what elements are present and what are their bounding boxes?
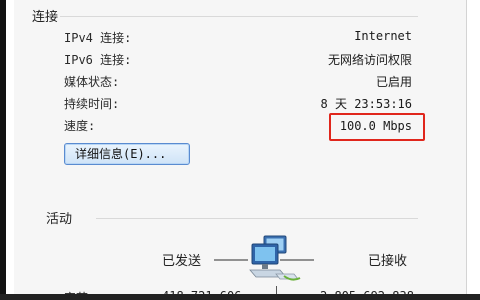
duration-label: 持续时间: [64,97,120,111]
front-monitor-stand [262,264,268,269]
ipv6-connection-value: 无网络访问权限 [327,53,412,67]
ipv4-connection-value: Internet [354,29,412,43]
details-button[interactable]: 详细信息(E)... [64,143,190,165]
ipv6-connection-label: IPv6 连接: [64,53,132,67]
connection-divider [60,16,418,17]
media-state-value: 已启用 [375,75,412,89]
front-monitor-screen [255,247,275,261]
ipv4-connection-label: IPv4 连接: [64,31,132,45]
window-edge-bottom [0,294,480,300]
window-edge-left [0,0,6,300]
media-state-label: 媒体状态: [64,75,120,89]
speed-label: 速度: [64,119,96,133]
speed-highlight-box [329,113,425,141]
connection-section-title: 连接 [32,10,59,25]
sent-label: 已发送 [162,254,202,269]
duration-value: 8 天 23:53:16 [320,97,412,111]
received-label: 已接收 [368,254,408,269]
network-activity-icon [214,235,314,281]
activity-section-title: 活动 [46,212,73,227]
activity-divider [96,218,418,219]
